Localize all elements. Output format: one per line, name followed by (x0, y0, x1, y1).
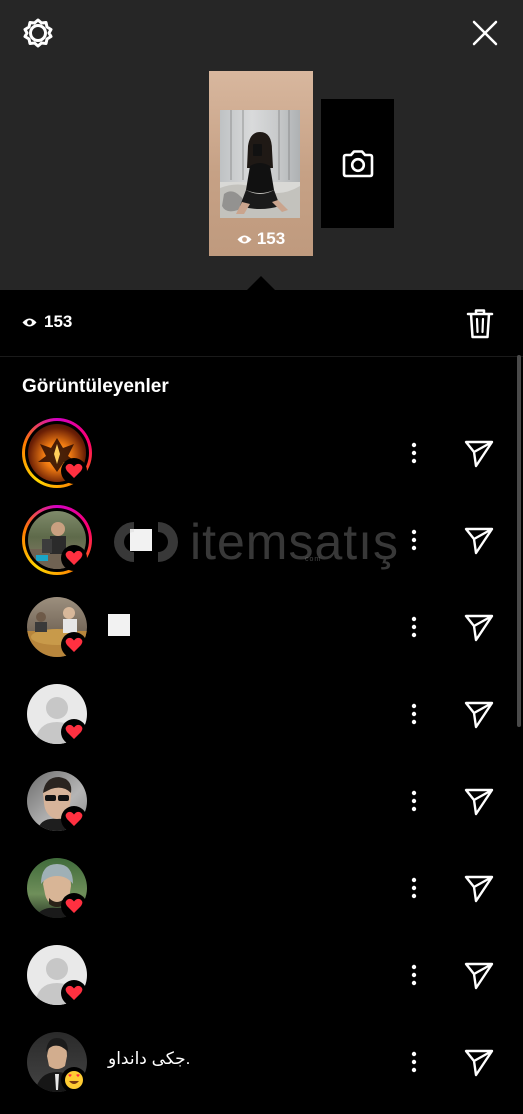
more-vertical-icon (411, 616, 417, 638)
viewer-avatar[interactable] (22, 1027, 92, 1097)
heart-icon (65, 463, 83, 478)
add-story-button[interactable] (321, 99, 394, 228)
send-icon (464, 701, 494, 729)
story-photo (220, 110, 300, 218)
story-view-count-value: 153 (256, 229, 286, 248)
gear-icon (23, 18, 53, 48)
send-icon (464, 962, 494, 990)
heart-reaction-badge (61, 806, 87, 832)
heart-icon (65, 811, 83, 826)
viewer-row[interactable] (0, 853, 523, 940)
send-icon (464, 440, 494, 468)
send-icon (464, 1049, 494, 1077)
more-options-button[interactable] (400, 960, 428, 990)
more-options-button[interactable] (400, 786, 428, 816)
heart-icon (65, 637, 83, 652)
watermark-subtext: com (305, 556, 322, 563)
send-icon (464, 527, 494, 555)
viewer-row[interactable] (0, 418, 523, 505)
close-button[interactable] (470, 18, 500, 48)
settings-button[interactable] (22, 17, 54, 49)
more-vertical-icon (411, 877, 417, 899)
viewer-row[interactable] (0, 679, 523, 766)
eye-icon (22, 318, 37, 326)
heart-reaction-badge (61, 545, 87, 571)
heart-reaction-badge (61, 719, 87, 745)
heart-reaction-badge (61, 632, 87, 658)
send-message-button[interactable] (462, 697, 496, 731)
viewer-row[interactable] (0, 766, 523, 853)
heart-reaction-badge (61, 980, 87, 1006)
more-vertical-icon (411, 703, 417, 725)
eye-icon (237, 235, 252, 243)
send-message-button[interactable] (462, 958, 496, 992)
heart-icon (65, 898, 83, 913)
viewers-section-title: Görüntüleyenler (22, 376, 169, 397)
viewer-name[interactable]: .جکی دانداو (108, 1049, 190, 1069)
story-thumbnail[interactable]: 153 (209, 71, 313, 256)
more-options-button[interactable] (400, 438, 428, 468)
viewer-row[interactable]: .جکی دانداو (0, 1027, 523, 1114)
viewer-avatar[interactable] (22, 418, 92, 488)
viewer-avatar[interactable] (22, 592, 92, 662)
more-vertical-icon (411, 529, 417, 551)
more-vertical-icon (411, 790, 417, 812)
viewer-row[interactable] (0, 505, 523, 592)
stats-bar: 153 (0, 290, 523, 357)
viewer-avatar[interactable] (22, 679, 92, 749)
redacted-name-block (130, 529, 152, 551)
more-options-button[interactable] (400, 1047, 428, 1077)
more-options-button[interactable] (400, 612, 428, 642)
viewer-row[interactable] (0, 592, 523, 679)
heart-icon (65, 985, 83, 1000)
trash-icon (466, 309, 494, 339)
viewer-count-value: 153 (44, 312, 73, 331)
send-message-button[interactable] (462, 784, 496, 818)
send-icon (464, 614, 494, 642)
heart-eyes-reaction-badge (61, 1067, 87, 1093)
heart-reaction-badge (61, 458, 87, 484)
more-options-button[interactable] (400, 699, 428, 729)
close-icon (472, 20, 498, 46)
viewer-avatar[interactable] (22, 853, 92, 923)
heart-eyes-emoji-icon (65, 1071, 83, 1089)
more-vertical-icon (411, 442, 417, 464)
heart-reaction-badge (61, 893, 87, 919)
viewer-count: 153 (22, 312, 72, 332)
send-message-button[interactable] (462, 871, 496, 905)
viewer-avatar[interactable] (22, 940, 92, 1010)
send-message-button[interactable] (462, 1045, 496, 1079)
story-view-count: 153 (209, 229, 313, 249)
send-message-button[interactable] (462, 436, 496, 470)
story-preview-header: 153 (0, 0, 523, 290)
redacted-name-block (108, 614, 130, 636)
send-message-button[interactable] (462, 610, 496, 644)
more-options-button[interactable] (400, 873, 428, 903)
send-icon (464, 788, 494, 816)
heart-icon (65, 550, 83, 565)
more-options-button[interactable] (400, 525, 428, 555)
more-vertical-icon (411, 1051, 417, 1073)
viewer-avatar[interactable] (22, 505, 92, 575)
selection-caret (247, 276, 275, 290)
heart-icon (65, 724, 83, 739)
viewer-row[interactable] (0, 940, 523, 1027)
delete-button[interactable] (463, 306, 497, 342)
more-vertical-icon (411, 964, 417, 986)
send-message-button[interactable] (462, 523, 496, 557)
viewer-avatar[interactable] (22, 766, 92, 836)
camera-icon (342, 149, 373, 177)
send-icon (464, 875, 494, 903)
